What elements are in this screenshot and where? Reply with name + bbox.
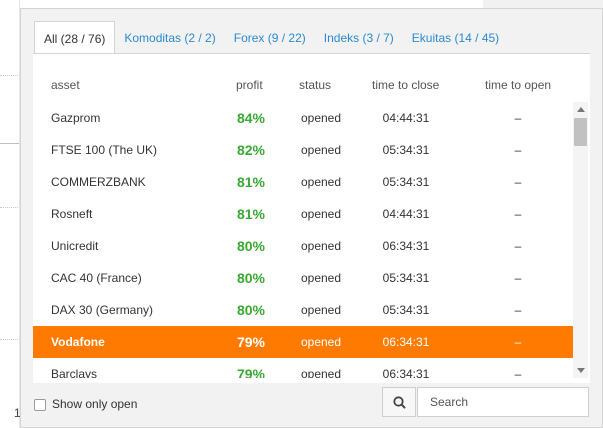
time-to-close: 04:44:31 — [382, 111, 430, 125]
profit-value: 80% — [236, 302, 266, 318]
table-header: asset profit status time to close time t… — [33, 54, 590, 98]
asset-name: Gazprom — [51, 111, 101, 125]
time-to-open: – — [514, 303, 522, 317]
asset-name: CAC 40 (France) — [51, 271, 142, 285]
column-header-asset[interactable]: asset — [51, 78, 80, 92]
status-value: opened — [300, 239, 342, 253]
time-to-close: 05:34:31 — [382, 143, 430, 157]
column-header-profit[interactable]: profit — [236, 78, 263, 92]
asset-selector-popup: All (28 / 76) Komoditas (2 / 2) Forex (9… — [20, 8, 603, 428]
status-value: opened — [300, 335, 342, 349]
table-row[interactable]: FTSE 100 (The UK) 82% opened 05:34:31 – — [33, 134, 573, 166]
popup-footer: Show only open — [21, 383, 602, 427]
magnifier-icon — [393, 396, 406, 409]
time-to-close: 06:34:31 — [382, 239, 430, 253]
column-header-status[interactable]: status — [299, 78, 331, 92]
time-to-open: – — [514, 367, 522, 378]
time-to-close: 06:34:31 — [382, 335, 430, 349]
scroll-down-arrow-icon[interactable] — [577, 368, 585, 373]
asset-name: Barclays — [51, 367, 98, 378]
tab-all[interactable]: All (28 / 76) — [34, 21, 116, 55]
column-header-time-to-close[interactable]: time to close — [372, 78, 439, 92]
asset-name: Unicredit — [51, 239, 99, 253]
scrollbar-thumb[interactable] — [574, 118, 587, 146]
time-to-open: – — [514, 335, 522, 349]
background-box — [483, 0, 603, 8]
show-only-open-label[interactable]: Show only open — [52, 397, 137, 411]
profit-value: 84% — [236, 110, 266, 126]
profit-value: 82% — [236, 142, 266, 158]
table-row[interactable]: Barclays 79% opened 06:34:31 – — [33, 358, 573, 378]
asset-name: Vodafone — [51, 335, 105, 349]
search-button[interactable] — [382, 387, 416, 417]
asset-name: Rosneft — [51, 207, 93, 221]
background-gridline — [0, 207, 20, 208]
search-input[interactable] — [417, 387, 589, 417]
table-row[interactable]: Unicredit 80% opened 06:34:31 – — [33, 230, 573, 262]
status-value: opened — [300, 367, 342, 378]
profit-value: 79% — [236, 334, 266, 350]
time-to-open: – — [514, 271, 522, 285]
profit-value: 80% — [236, 270, 266, 286]
tab-komoditas[interactable]: Komoditas (2 / 2) — [115, 21, 224, 54]
background-gridline — [0, 339, 20, 340]
status-value: opened — [300, 111, 342, 125]
time-to-close: 05:34:31 — [382, 271, 430, 285]
tab-forex[interactable]: Forex (9 / 22) — [225, 21, 315, 54]
scroll-up-arrow-icon[interactable] — [577, 107, 585, 112]
table-row[interactable]: CAC 40 (France) 80% opened 05:34:31 – — [33, 262, 573, 294]
table-row[interactable]: Gazprom 84% opened 04:44:31 – — [33, 102, 573, 134]
tab-ekuitas[interactable]: Ekuitas (14 / 45) — [403, 21, 508, 54]
table-row[interactable]: DAX 30 (Germany) 80% opened 05:34:31 – — [33, 294, 573, 326]
table-row[interactable]: COMMERZBANK 81% opened 05:34:31 – — [33, 166, 573, 198]
status-value: opened — [300, 143, 342, 157]
time-to-open: – — [514, 207, 522, 221]
asset-name: COMMERZBANK — [51, 175, 146, 189]
background-axis-line — [0, 143, 20, 144]
profit-value: 80% — [236, 238, 266, 254]
time-to-close: 06:34:31 — [382, 367, 430, 378]
status-value: opened — [300, 175, 342, 189]
show-only-open-checkbox[interactable] — [34, 399, 46, 411]
time-to-open: – — [514, 143, 522, 157]
table-body: Gazprom 84% opened 04:44:31 – FTSE 100 (… — [33, 102, 573, 378]
time-to-open: – — [514, 111, 522, 125]
time-to-open: – — [514, 239, 522, 253]
time-to-close: 04:44:31 — [382, 207, 430, 221]
column-header-time-to-open[interactable]: time to open — [485, 78, 551, 92]
status-value: opened — [300, 207, 342, 221]
category-tabs: All (28 / 76) Komoditas (2 / 2) Forex (9… — [34, 21, 508, 55]
background-gridline — [0, 75, 20, 76]
asset-name: FTSE 100 (The UK) — [51, 143, 158, 157]
tab-indeks[interactable]: Indeks (3 / 7) — [315, 21, 403, 54]
table-row-selected[interactable]: Vodafone 79% opened 06:34:31 – — [33, 326, 573, 358]
time-to-close: 05:34:31 — [382, 175, 430, 189]
asset-table: asset profit status time to close time t… — [33, 53, 590, 384]
status-value: opened — [300, 303, 342, 317]
time-to-open: – — [514, 175, 522, 189]
time-to-close: 05:34:31 — [382, 303, 430, 317]
profit-value: 79% — [236, 366, 266, 378]
table-scrollbar[interactable] — [573, 102, 588, 378]
profit-value: 81% — [236, 206, 266, 222]
asset-name: DAX 30 (Germany) — [51, 303, 154, 317]
table-row[interactable]: Rosneft 81% opened 04:44:31 – — [33, 198, 573, 230]
profit-value: 81% — [236, 174, 266, 190]
status-value: opened — [300, 271, 342, 285]
